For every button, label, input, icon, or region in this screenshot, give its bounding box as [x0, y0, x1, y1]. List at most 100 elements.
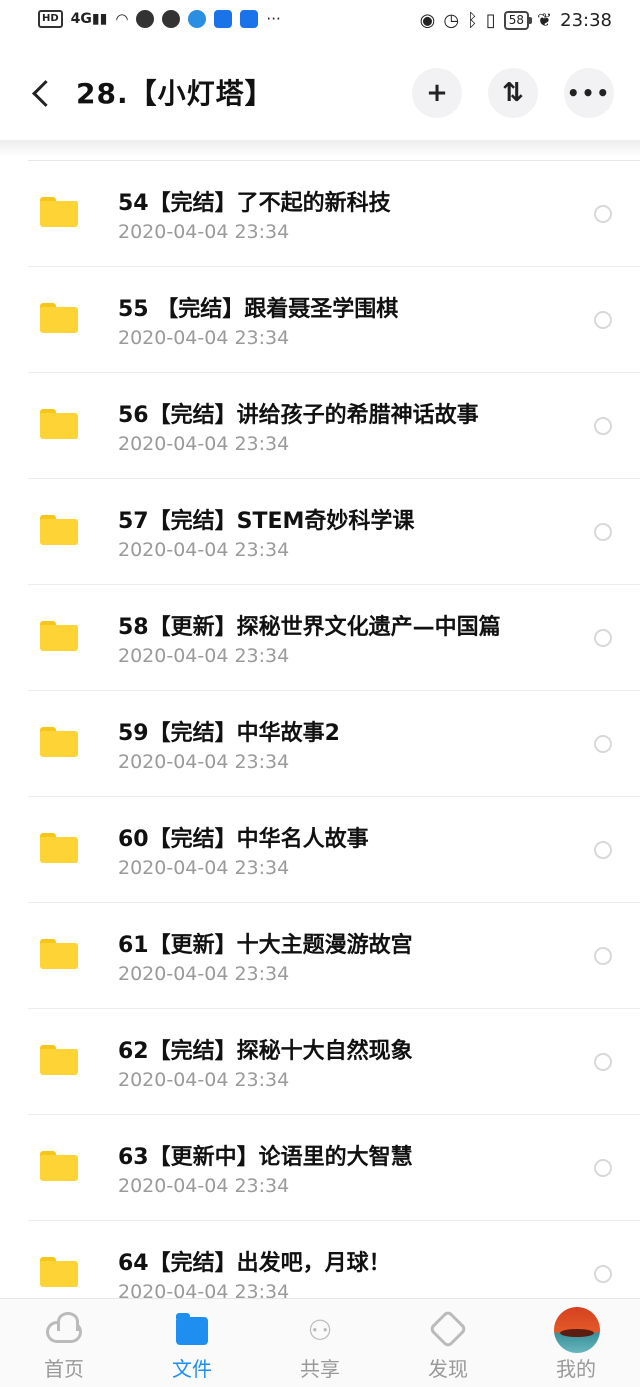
- file-date: 2020-04-04 23:34: [118, 751, 290, 773]
- file-date: 2020-04-04 23:34: [118, 221, 290, 243]
- select-radio[interactable]: [594, 205, 612, 223]
- file-name: 60【完结】中华名人故事: [118, 827, 369, 852]
- people-icon: ⚇: [307, 1314, 333, 1347]
- list-item[interactable]: 58【更新】探秘世界文化遗产—中国篇 2020-04-04 23:34: [28, 584, 640, 690]
- header: 28.【小灯塔】 + ⇅ •••: [0, 50, 640, 140]
- folder-icon: [40, 833, 78, 863]
- bottom-nav: 首页 文件 ⚇ 共享 发现 我的: [0, 1298, 640, 1387]
- select-radio[interactable]: [594, 841, 612, 859]
- select-radio[interactable]: [594, 629, 612, 647]
- nav-mine[interactable]: 我的: [512, 1299, 640, 1387]
- bluetooth-icon: ᛒ: [467, 10, 478, 31]
- file-name: 55 【完结】跟着聂圣学围棋: [118, 297, 399, 322]
- folder-icon: [40, 1045, 78, 1075]
- back-button[interactable]: [28, 74, 58, 114]
- folder-icon: [172, 1311, 212, 1351]
- network-signal-icon: 4G▮▮: [70, 11, 108, 27]
- more-icon: •••: [566, 81, 612, 105]
- file-date: 2020-04-04 23:34: [118, 857, 290, 879]
- app-notification-icon: [188, 10, 207, 28]
- file-name: 57【完结】STEM奇妙科学课: [118, 509, 415, 534]
- status-right: ◉ ◷ ᛒ ▯ 58 ❦ 23:38: [420, 10, 612, 31]
- select-radio[interactable]: [594, 1265, 612, 1283]
- sort-button[interactable]: ⇅: [488, 68, 538, 118]
- plus-icon: +: [426, 78, 448, 108]
- list-item[interactable]: 56【完结】讲给孩子的希腊神话故事 2020-04-04 23:34: [28, 372, 640, 478]
- folder-icon: [40, 409, 78, 439]
- hd-badge: HD: [38, 10, 63, 28]
- folder-icon: [40, 621, 78, 651]
- eye-icon: ◉: [419, 10, 436, 31]
- list-item[interactable]: 57【完结】STEM奇妙科学课 2020-04-04 23:34: [28, 478, 640, 584]
- folder-icon: [40, 515, 78, 545]
- discover-icon: [428, 1309, 468, 1351]
- clock-time: 23:38: [560, 10, 612, 31]
- list-item[interactable]: 61【更新】十大主题漫游故宫 2020-04-04 23:34: [28, 902, 640, 1008]
- nav-discover[interactable]: 发现: [384, 1299, 512, 1387]
- list-item[interactable]: 60【完结】中华名人故事 2020-04-04 23:34: [28, 796, 640, 902]
- folder-icon: [40, 197, 78, 227]
- nav-home-label: 首页: [44, 1357, 84, 1381]
- select-radio[interactable]: [594, 947, 612, 965]
- cloud-icon: [44, 1311, 84, 1351]
- page-title: 28.【小灯塔】: [76, 77, 274, 110]
- battery-icon: 58: [503, 11, 533, 30]
- wifi-icon: ◠: [115, 10, 129, 28]
- list-item[interactable]: 55 【完结】跟着聂圣学围棋 2020-04-04 23:34: [28, 266, 640, 372]
- header-divider: [0, 140, 640, 158]
- alarm-icon: ◷: [443, 10, 460, 31]
- app-notification-icon: [162, 10, 181, 28]
- alipay-icon: [240, 10, 259, 28]
- file-name: 56【完结】讲给孩子的希腊神话故事: [118, 403, 479, 428]
- sort-icon: ⇅: [502, 78, 524, 108]
- folder-icon: [40, 1151, 78, 1181]
- file-date: 2020-04-04 23:34: [118, 963, 290, 985]
- app-notification-icon: [214, 10, 233, 28]
- folder-icon: [40, 303, 78, 333]
- list-item[interactable]: 54【完结】了不起的新科技 2020-04-04 23:34: [28, 160, 640, 266]
- file-date: 2020-04-04 23:34: [118, 539, 290, 561]
- file-date: 2020-04-04 23:34: [118, 433, 290, 455]
- list-item[interactable]: 63【更新中】论语里的大智慧 2020-04-04 23:34: [28, 1114, 640, 1220]
- file-name: 64【完结】出发吧，月球！: [118, 1251, 391, 1276]
- select-radio[interactable]: [594, 1053, 612, 1071]
- file-name: 58【更新】探秘世界文化遗产—中国篇: [118, 615, 501, 640]
- more-button[interactable]: •••: [564, 68, 614, 118]
- avatar: [554, 1307, 600, 1353]
- file-list: 54【完结】了不起的新科技 2020-04-04 23:34 55 【完结】跟着…: [0, 160, 640, 1326]
- file-name: 59【完结】中华故事2: [118, 721, 340, 746]
- select-radio[interactable]: [594, 311, 612, 329]
- file-name: 62【完结】探秘十大自然现象: [118, 1039, 413, 1064]
- status-bar: HD 4G▮▮ ◠ ··· ◉ ◷ ᛒ ▯ 58 ❦ 23:38: [0, 0, 640, 44]
- nav-files-label: 文件: [172, 1357, 212, 1381]
- select-radio[interactable]: [594, 735, 612, 753]
- list-item[interactable]: 62【完结】探秘十大自然现象 2020-04-04 23:34: [28, 1008, 640, 1114]
- more-notifications-icon: ···: [266, 10, 281, 28]
- nav-share[interactable]: ⚇ 共享: [256, 1299, 384, 1387]
- file-name: 61【更新】十大主题漫游故宫: [118, 933, 413, 958]
- leaf-icon: ❦: [537, 10, 553, 31]
- folder-icon: [40, 1257, 78, 1287]
- nav-share-label: 共享: [300, 1357, 340, 1381]
- file-date: 2020-04-04 23:34: [118, 327, 290, 349]
- vibrate-icon: ▯: [485, 10, 496, 31]
- nav-home[interactable]: 首页: [0, 1299, 128, 1387]
- select-radio[interactable]: [594, 1159, 612, 1177]
- nav-files[interactable]: 文件: [128, 1299, 256, 1387]
- select-radio[interactable]: [594, 417, 612, 435]
- file-name: 54【完结】了不起的新科技: [118, 191, 391, 216]
- file-date: 2020-04-04 23:34: [118, 1069, 290, 1091]
- folder-icon: [40, 939, 78, 969]
- file-date: 2020-04-04 23:34: [118, 1175, 290, 1197]
- nav-mine-label: 我的: [556, 1357, 596, 1381]
- network-type: 4G: [70, 11, 92, 27]
- add-button[interactable]: +: [412, 68, 462, 118]
- app-notification-icon: [136, 10, 155, 28]
- file-date: 2020-04-04 23:34: [118, 645, 290, 667]
- list-item[interactable]: 59【完结】中华故事2 2020-04-04 23:34: [28, 690, 640, 796]
- select-radio[interactable]: [594, 523, 612, 541]
- nav-discover-label: 发现: [428, 1357, 468, 1381]
- file-name: 63【更新中】论语里的大智慧: [118, 1145, 413, 1170]
- folder-icon: [40, 727, 78, 757]
- status-left: HD 4G▮▮ ◠ ···: [38, 10, 281, 28]
